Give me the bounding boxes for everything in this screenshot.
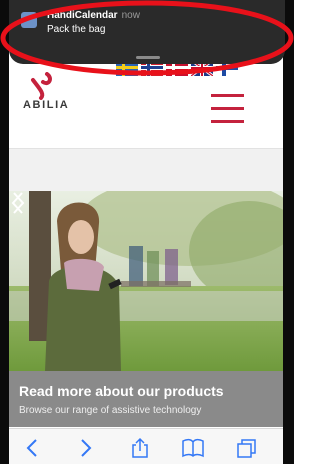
notification-time: now (121, 10, 140, 21)
notification-app-name: HandiCalendar (47, 10, 118, 21)
push-notification[interactable]: HandiCalendar now Pack the bag (9, 0, 285, 64)
hamburger-menu-icon[interactable] (211, 94, 244, 124)
hero-subtitle: Browse our range of assistive technology (19, 405, 202, 416)
hero-carousel[interactable] (9, 191, 283, 371)
phone-frame-left (0, 0, 9, 464)
phone-frame-right (283, 0, 294, 464)
notification-drag-handle[interactable] (136, 56, 160, 59)
share-icon[interactable] (128, 437, 152, 459)
tabs-icon[interactable] (235, 437, 259, 459)
hero-photo (9, 191, 283, 371)
forward-icon[interactable] (73, 437, 97, 459)
carousel-next-icon[interactable] (9, 191, 27, 215)
back-icon[interactable] (21, 437, 45, 459)
hero-title[interactable]: Read more about our products (19, 383, 224, 399)
handicalendar-app-icon (21, 12, 37, 28)
hero-caption[interactable] (9, 371, 283, 427)
logo-text: ABILIA (23, 99, 70, 111)
content-band (9, 149, 283, 191)
safari-toolbar (9, 428, 283, 464)
notification-message: Pack the bag (47, 24, 106, 35)
browser-screen: ABILIA Read more about our products Brow… (9, 0, 283, 464)
bookmarks-icon[interactable] (181, 437, 205, 459)
abilia-logo[interactable] (23, 72, 83, 118)
